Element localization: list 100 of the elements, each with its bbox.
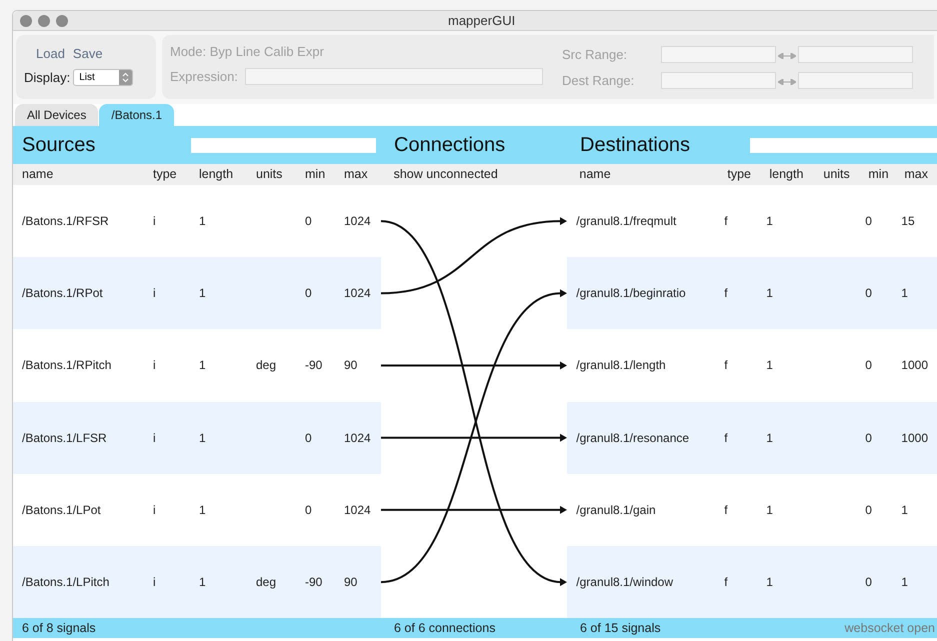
length-cell: 1: [199, 430, 206, 445]
name-cell: /Batons.1/LPot: [22, 502, 101, 517]
sources-title: Sources: [22, 133, 96, 158]
column-header[interactable]: units: [256, 167, 282, 182]
type-cell: f: [724, 214, 728, 228]
max-cell: 90: [344, 575, 358, 590]
min-cell: 0: [865, 575, 872, 590]
name-cell: /granul8.1/length: [576, 358, 666, 372]
name-cell: /Batons.1/RFSR: [22, 214, 109, 228]
stepper-icon: [119, 70, 132, 85]
type-cell: i: [153, 358, 156, 372]
connection-curve[interactable]: [381, 362, 568, 370]
name-cell: /granul8.1/window: [576, 575, 674, 590]
expression-label: Expression:: [170, 68, 238, 86]
type-cell: f: [724, 286, 728, 300]
input-field[interactable]: [244, 68, 543, 85]
units-cell: deg: [256, 358, 276, 372]
name-cell: /granul8.1/resonance: [576, 430, 690, 445]
signal-row[interactable]: /granul8.1/resonance f 1 0 1000: [567, 402, 937, 474]
min-cell: 0: [865, 502, 872, 517]
units-cell: deg: [256, 575, 276, 590]
column-header[interactable]: max: [344, 167, 368, 182]
column-header[interactable]: name: [579, 167, 611, 182]
min-cell: 0: [865, 214, 872, 228]
input-field[interactable]: [798, 46, 913, 64]
type-cell: f: [724, 502, 728, 517]
max-cell: 1024: [344, 502, 371, 517]
websocket-status: websocket open: [844, 620, 935, 637]
column-header[interactable]: type: [727, 167, 752, 182]
input-field[interactable]: [798, 72, 913, 89]
signal-row[interactable]: /Batons.1/RPot i 1 0 1024: [13, 257, 382, 330]
display-select[interactable]: List: [73, 68, 134, 86]
connections-title: Connections: [394, 134, 506, 156]
column-header[interactable]: length: [199, 167, 234, 182]
mode-label: Mode: Byp Line Calib Expr: [170, 44, 324, 59]
type-cell: i: [153, 502, 156, 517]
connection-curve[interactable]: [381, 217, 568, 294]
window-control-icon[interactable]: [20, 14, 32, 26]
max-cell: 1000: [901, 430, 928, 445]
signal-row[interactable]: /Batons.1/LFSR i 1 0 1024: [13, 402, 382, 474]
src-range-label: Src Range:: [562, 46, 628, 64]
length-cell: 1: [766, 502, 773, 517]
type-cell: f: [724, 358, 728, 372]
search-field[interactable]: [750, 138, 937, 152]
window-control-icon[interactable]: [38, 14, 50, 26]
length-cell: 1: [766, 358, 773, 372]
column-header[interactable]: type: [153, 167, 177, 182]
connection-curve[interactable]: [381, 506, 568, 514]
window-title: mapperGUI: [448, 12, 516, 30]
signal-row[interactable]: /granul8.1/window f 1 0 1: [567, 546, 937, 618]
name-cell: /Batons.1/LPitch: [22, 575, 110, 590]
min-cell: 0: [305, 502, 312, 517]
type-cell: i: [153, 214, 156, 228]
destinations-status: 6 of 15 signals: [580, 620, 661, 637]
length-cell: 1: [199, 286, 206, 300]
column-header[interactable]: min: [868, 167, 889, 182]
max-cell: 1: [901, 286, 908, 300]
column-header[interactable]: length: [769, 167, 804, 182]
window-control-icon[interactable]: [56, 14, 68, 26]
save-button[interactable]: Save: [72, 44, 103, 64]
type-cell: f: [724, 430, 728, 445]
min-cell: -90: [305, 575, 322, 590]
max-cell: 1024: [344, 214, 371, 228]
show-unconnected-toggle[interactable]: show unconnected: [394, 167, 498, 182]
column-header[interactable]: min: [305, 167, 326, 182]
signal-row[interactable]: /Batons.1/LPitch i 1 deg -90 90: [13, 546, 382, 618]
type-cell: i: [153, 575, 156, 590]
connection-curve[interactable]: [381, 434, 568, 442]
column-header[interactable]: name: [22, 167, 54, 182]
connections-status: 6 of 6 connections: [394, 620, 496, 635]
input-field[interactable]: [661, 72, 776, 89]
type-cell: i: [153, 430, 156, 445]
connection-curve[interactable]: [381, 220, 568, 586]
max-cell: 15: [901, 214, 915, 228]
min-cell: 0: [865, 286, 872, 300]
name-cell: /Batons.1/LFSR: [22, 430, 107, 445]
connection-curve[interactable]: [381, 289, 568, 584]
sources-status: 6 of 8 signals: [22, 620, 96, 635]
max-cell: 90: [344, 358, 358, 372]
search-field[interactable]: [191, 138, 376, 152]
type-cell: f: [724, 575, 728, 590]
input-field[interactable]: [661, 46, 776, 64]
destinations-title: Destinations: [580, 133, 692, 158]
max-cell: 1: [901, 575, 908, 590]
min-cell: 0: [865, 430, 872, 445]
max-cell: 1000: [901, 358, 928, 372]
min-cell: 0: [305, 430, 312, 445]
load-button[interactable]: Load: [36, 44, 65, 64]
min-cell: 0: [865, 358, 872, 372]
signal-row[interactable]: /granul8.1/beginratio f 1 0 1: [567, 257, 937, 330]
device-tab[interactable]: All Devices: [15, 104, 98, 126]
device-tab[interactable]: /Batons.1: [99, 104, 174, 126]
length-cell: 1: [199, 502, 206, 517]
length-cell: 1: [199, 214, 206, 228]
column-header[interactable]: units: [823, 167, 850, 182]
column-header[interactable]: max: [904, 167, 928, 182]
name-cell: /granul8.1/freqmult: [576, 214, 676, 228]
length-cell: 1: [199, 358, 206, 372]
length-cell: 1: [199, 575, 206, 590]
double-arrow-icon: [778, 53, 796, 60]
